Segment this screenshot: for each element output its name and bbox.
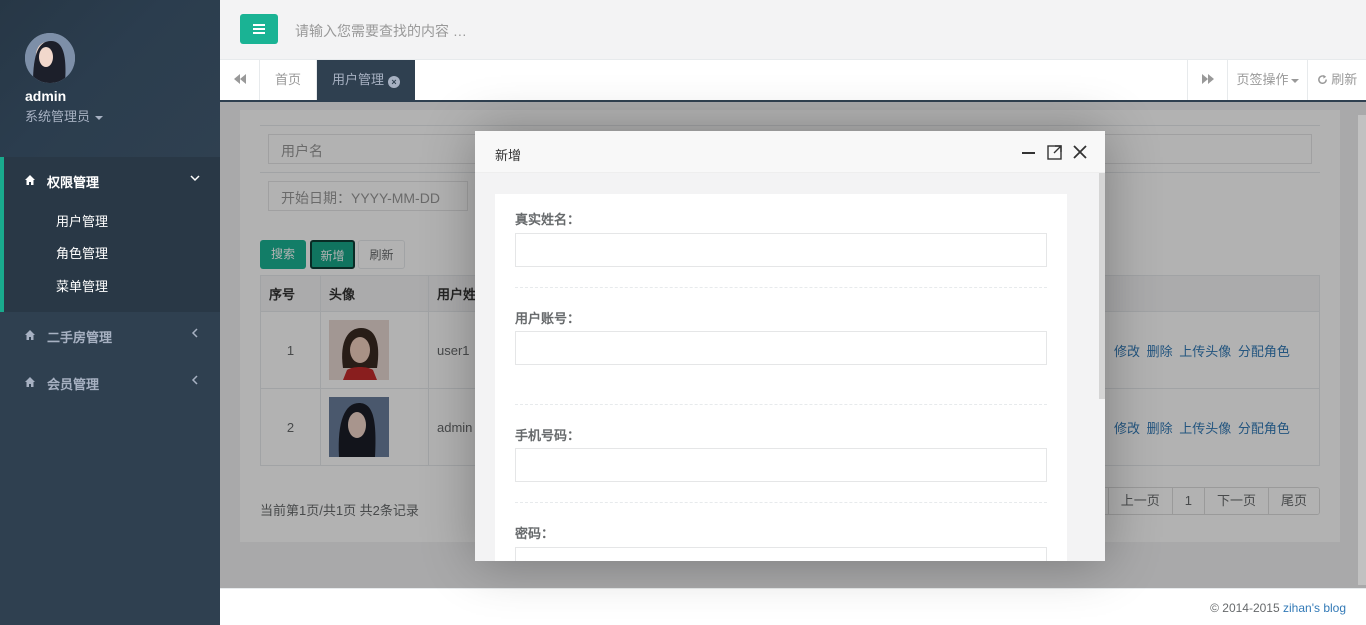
tab-refresh-button[interactable]: 刷新 — [1307, 60, 1366, 100]
divider — [515, 404, 1047, 405]
sidebar-item-users[interactable]: 用户管理 — [56, 211, 108, 230]
sidebar: admin 系统管理员 权限管理 用户管理 角色管理 菜单管理 二手房管理 会员… — [0, 0, 220, 625]
user-role-label: 系统管理员 — [25, 109, 91, 124]
nav-item-label: 二手房管理 — [47, 330, 113, 345]
chevron-left-icon — [190, 327, 200, 341]
dialog-body: 真实姓名： 用户账号： 手机号码： 密码： — [475, 173, 1105, 561]
sidebar-item-menus[interactable]: 菜单管理 — [56, 276, 108, 295]
refresh-icon — [1317, 74, 1327, 84]
caret-down-icon — [95, 115, 104, 120]
add-user-form: 真实姓名： 用户账号： 手机号码： 密码： — [495, 194, 1067, 561]
user-name[interactable]: admin — [25, 88, 66, 104]
blog-link[interactable]: zihan's blog — [1283, 601, 1346, 615]
menu-toggle-button[interactable] — [240, 14, 278, 44]
search-input[interactable]: 请输入您需要查找的内容 … — [295, 21, 695, 41]
home-icon — [25, 330, 35, 340]
tab-label: 用户管理 — [332, 72, 385, 87]
nav-item-label: 权限管理 — [47, 175, 100, 190]
tab-user-management[interactable]: 用户管理 × — [317, 60, 416, 100]
minimize-icon — [1022, 152, 1035, 154]
close-icon — [1073, 145, 1087, 159]
add-user-dialog: 新增 真实姓名： 用户账号： 手机号码： 密码： — [475, 131, 1105, 561]
dialog-scrollbar[interactable] — [1099, 173, 1105, 399]
password-input[interactable] — [515, 547, 1047, 561]
tab-scroll-right-button[interactable] — [1187, 60, 1227, 100]
home-icon — [25, 377, 35, 387]
nav-item-permissions[interactable]: 权限管理 — [0, 157, 220, 203]
tab-operations-label: 页签操作 — [1236, 72, 1289, 87]
caret-down-icon — [1290, 78, 1299, 83]
dialog-header: 新增 — [475, 131, 1105, 173]
phone-input[interactable] — [515, 448, 1047, 482]
tab-operations-dropdown[interactable]: 页签操作 — [1227, 60, 1307, 100]
home-icon — [25, 175, 35, 185]
nav-group-permissions: 权限管理 用户管理 角色管理 菜单管理 — [0, 157, 220, 312]
maximize-icon — [1047, 145, 1062, 160]
sidebar-item-roles[interactable]: 角色管理 — [56, 243, 108, 262]
nav-item-label: 会员管理 — [47, 377, 100, 392]
tab-scroll-left-button[interactable] — [220, 60, 260, 100]
chevron-left-icon — [190, 374, 200, 388]
real-name-label: 真实姓名： — [515, 212, 581, 227]
divider — [515, 287, 1047, 288]
minimize-button[interactable] — [1019, 142, 1039, 162]
nav-item-second-hand-house[interactable]: 二手房管理 — [0, 312, 220, 358]
hamburger-icon — [253, 24, 265, 26]
tabs-bar: 首页 用户管理 × 页签操作 刷新 — [220, 60, 1366, 102]
divider — [515, 502, 1047, 503]
real-name-input[interactable] — [515, 233, 1047, 267]
close-button[interactable] — [1070, 142, 1090, 162]
account-label: 用户账号： — [515, 311, 581, 326]
maximize-button[interactable] — [1045, 142, 1065, 162]
footer: © 2014-2015 zihan's blog — [220, 588, 1366, 625]
copyright-text: © 2014-2015 — [1210, 601, 1283, 615]
account-input[interactable] — [515, 331, 1047, 365]
forward-icon — [1201, 74, 1214, 84]
nav-item-members[interactable]: 会员管理 — [0, 359, 220, 405]
password-label: 密码： — [515, 526, 555, 541]
chevron-down-icon — [190, 172, 200, 186]
tab-home[interactable]: 首页 — [260, 60, 318, 100]
tab-refresh-label: 刷新 — [1331, 72, 1358, 87]
user-avatar[interactable] — [25, 33, 75, 83]
profile-panel: admin 系统管理员 — [0, 0, 220, 157]
backward-icon — [233, 74, 246, 84]
dialog-title: 新增 — [495, 148, 522, 163]
phone-label: 手机号码： — [515, 428, 581, 443]
topbar: 请输入您需要查找的内容 … — [220, 0, 1366, 60]
copyright: © 2014-2015 zihan's blog — [1210, 601, 1346, 615]
page-scrollbar[interactable] — [1358, 115, 1366, 585]
user-role-dropdown[interactable]: 系统管理员 — [25, 106, 104, 125]
close-icon[interactable]: × — [388, 76, 401, 88]
